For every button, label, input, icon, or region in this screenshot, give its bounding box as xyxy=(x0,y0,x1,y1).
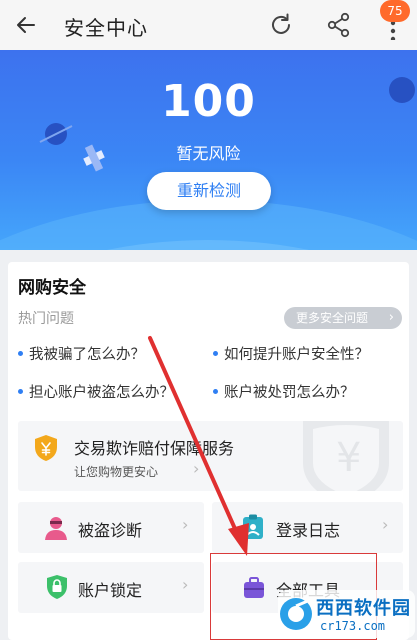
tool-label: 登录日志 xyxy=(276,521,341,540)
chevron-right-icon: › xyxy=(388,310,394,325)
bullet-dot xyxy=(18,388,23,394)
notification-badge: 75 xyxy=(380,0,410,22)
lock-icon xyxy=(47,575,67,599)
question-link[interactable]: 账户被处罚怎么办？ xyxy=(213,381,355,402)
page-title: 安全中心 xyxy=(64,16,148,40)
person-icon xyxy=(45,517,67,540)
clipboard-icon xyxy=(243,514,263,539)
bullet-dot xyxy=(213,350,218,356)
recheck-button[interactable]: 重新检测 xyxy=(147,172,271,210)
question-text: 担心账户被盗怎么办？ xyxy=(29,385,174,401)
hot-questions-label: 热门问题 xyxy=(18,311,74,327)
more-questions-label: 更多安全问题 xyxy=(296,311,369,325)
security-score: 100 xyxy=(161,76,256,127)
question-text: 我被骗了怎么办？ xyxy=(29,347,145,363)
chevron-right-icon: › xyxy=(193,459,200,478)
question-text: 账户被处罚怎么办？ xyxy=(224,385,355,401)
fraud-protection-tile[interactable]: ¥ 交易欺诈赔付保障服务 让您购物更安心 › xyxy=(18,421,403,491)
bullet-dot xyxy=(18,350,23,356)
question-link[interactable]: 担心账户被盗怎么办？ xyxy=(18,381,174,402)
site-watermark-logo: 西西软件园 cr173.com xyxy=(276,586,417,640)
section-title: 网购安全 xyxy=(18,278,86,298)
risk-status: 暂无风险 xyxy=(176,144,241,163)
protection-title: 交易欺诈赔付保障服务 xyxy=(74,439,235,458)
shield-yen-icon xyxy=(35,435,57,461)
tool-label: 账户锁定 xyxy=(78,581,143,600)
protection-subtitle: 让您购物更安心 xyxy=(74,465,159,479)
chevron-right-icon: › xyxy=(182,515,189,534)
bullet-dot xyxy=(213,388,218,394)
watermark-main-text: 西西软件园 xyxy=(316,598,411,619)
chevron-right-icon: › xyxy=(182,575,189,594)
top-bar: 安全中心 75 xyxy=(0,0,417,50)
chevron-right-icon: › xyxy=(382,515,389,534)
question-text: 如何提升账户安全性？ xyxy=(224,347,369,363)
refresh-icon[interactable] xyxy=(267,11,295,39)
question-link[interactable]: 我被骗了怎么办？ xyxy=(18,343,145,364)
tool-label: 被盗诊断 xyxy=(78,521,143,540)
theft-diagnosis-tile[interactable]: 被盗诊断 › xyxy=(18,502,204,553)
question-link[interactable]: 如何提升账户安全性？ xyxy=(213,343,369,364)
account-lock-tile[interactable]: 账户锁定 › xyxy=(18,562,204,613)
more-questions-button[interactable]: 更多安全问题 › xyxy=(284,307,402,329)
security-score-panel: 100 暂无风险 重新检测 xyxy=(0,50,417,250)
watermark-url-text: cr173.com xyxy=(320,619,386,633)
back-arrow-icon[interactable] xyxy=(14,13,38,37)
yen-watermark: ¥ xyxy=(336,435,362,481)
share-icon[interactable] xyxy=(325,11,353,39)
login-log-tile[interactable]: 登录日志 › xyxy=(212,502,403,553)
